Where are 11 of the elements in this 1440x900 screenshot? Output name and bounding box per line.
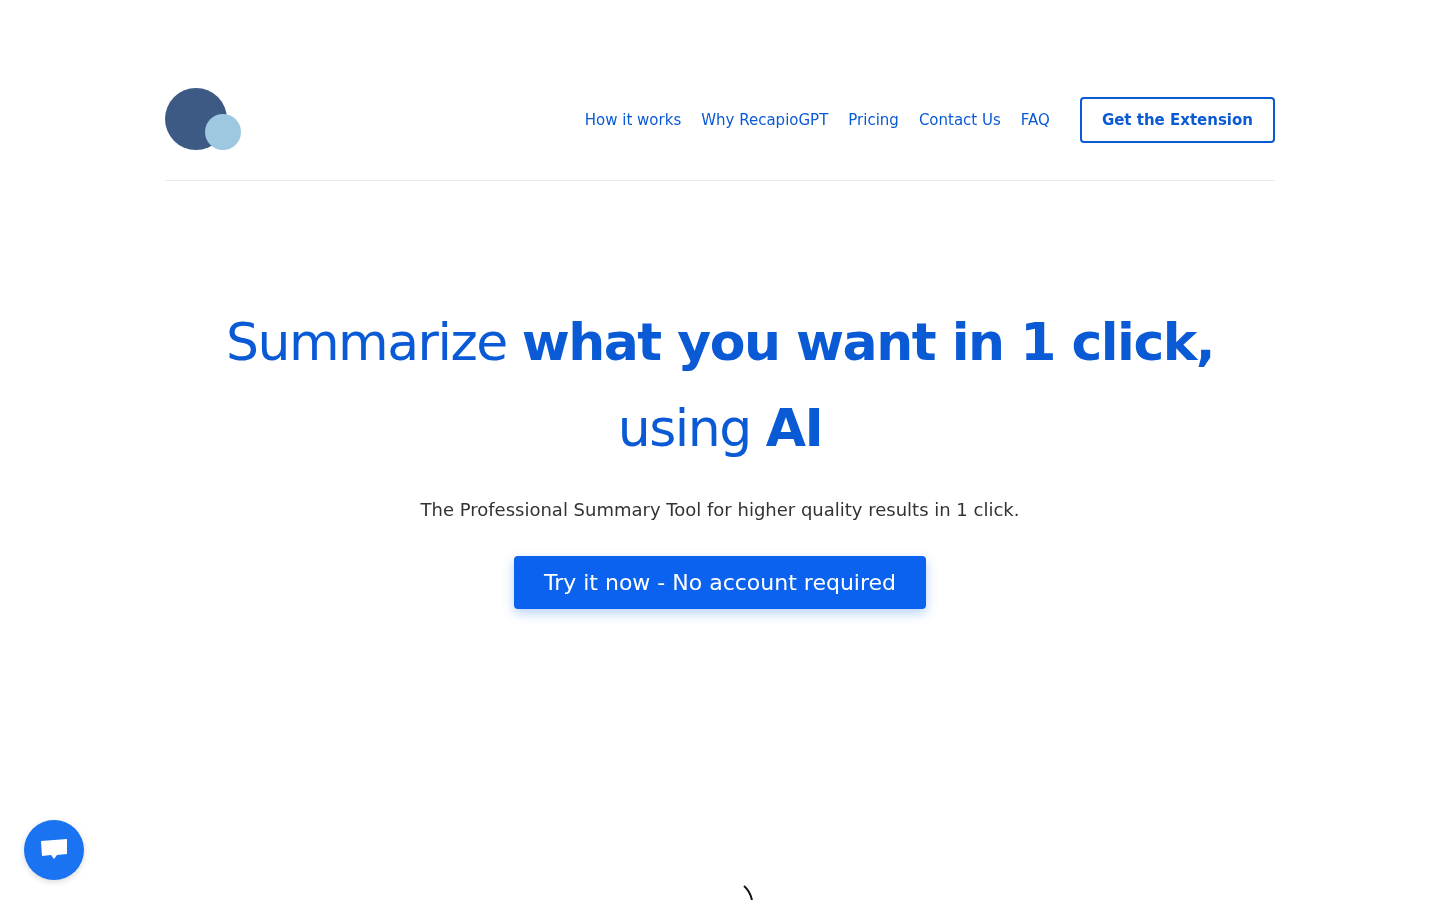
chat-button[interactable] — [24, 820, 84, 880]
subtitle: The Professional Summary Tool for higher quality results in 1 click. — [420, 499, 1020, 520]
nav-link[interactable]: Contact Us — [918, 111, 1001, 129]
try-now-button[interactable]: Try it now - No account required — [513, 556, 926, 609]
nav-link[interactable]: Why RecapioGPT — [701, 111, 829, 129]
nav-link[interactable]: FAQ — [1020, 111, 1050, 129]
get-extension-button[interactable]: Get the Extension — [1079, 97, 1275, 143]
nav-link[interactable]: Pricing — [848, 111, 899, 129]
logo-icon[interactable] — [165, 88, 243, 152]
nav-link[interactable]: How it works — [584, 111, 682, 129]
headline: Summarize what you want in 1 click, using AI — [225, 311, 1215, 460]
